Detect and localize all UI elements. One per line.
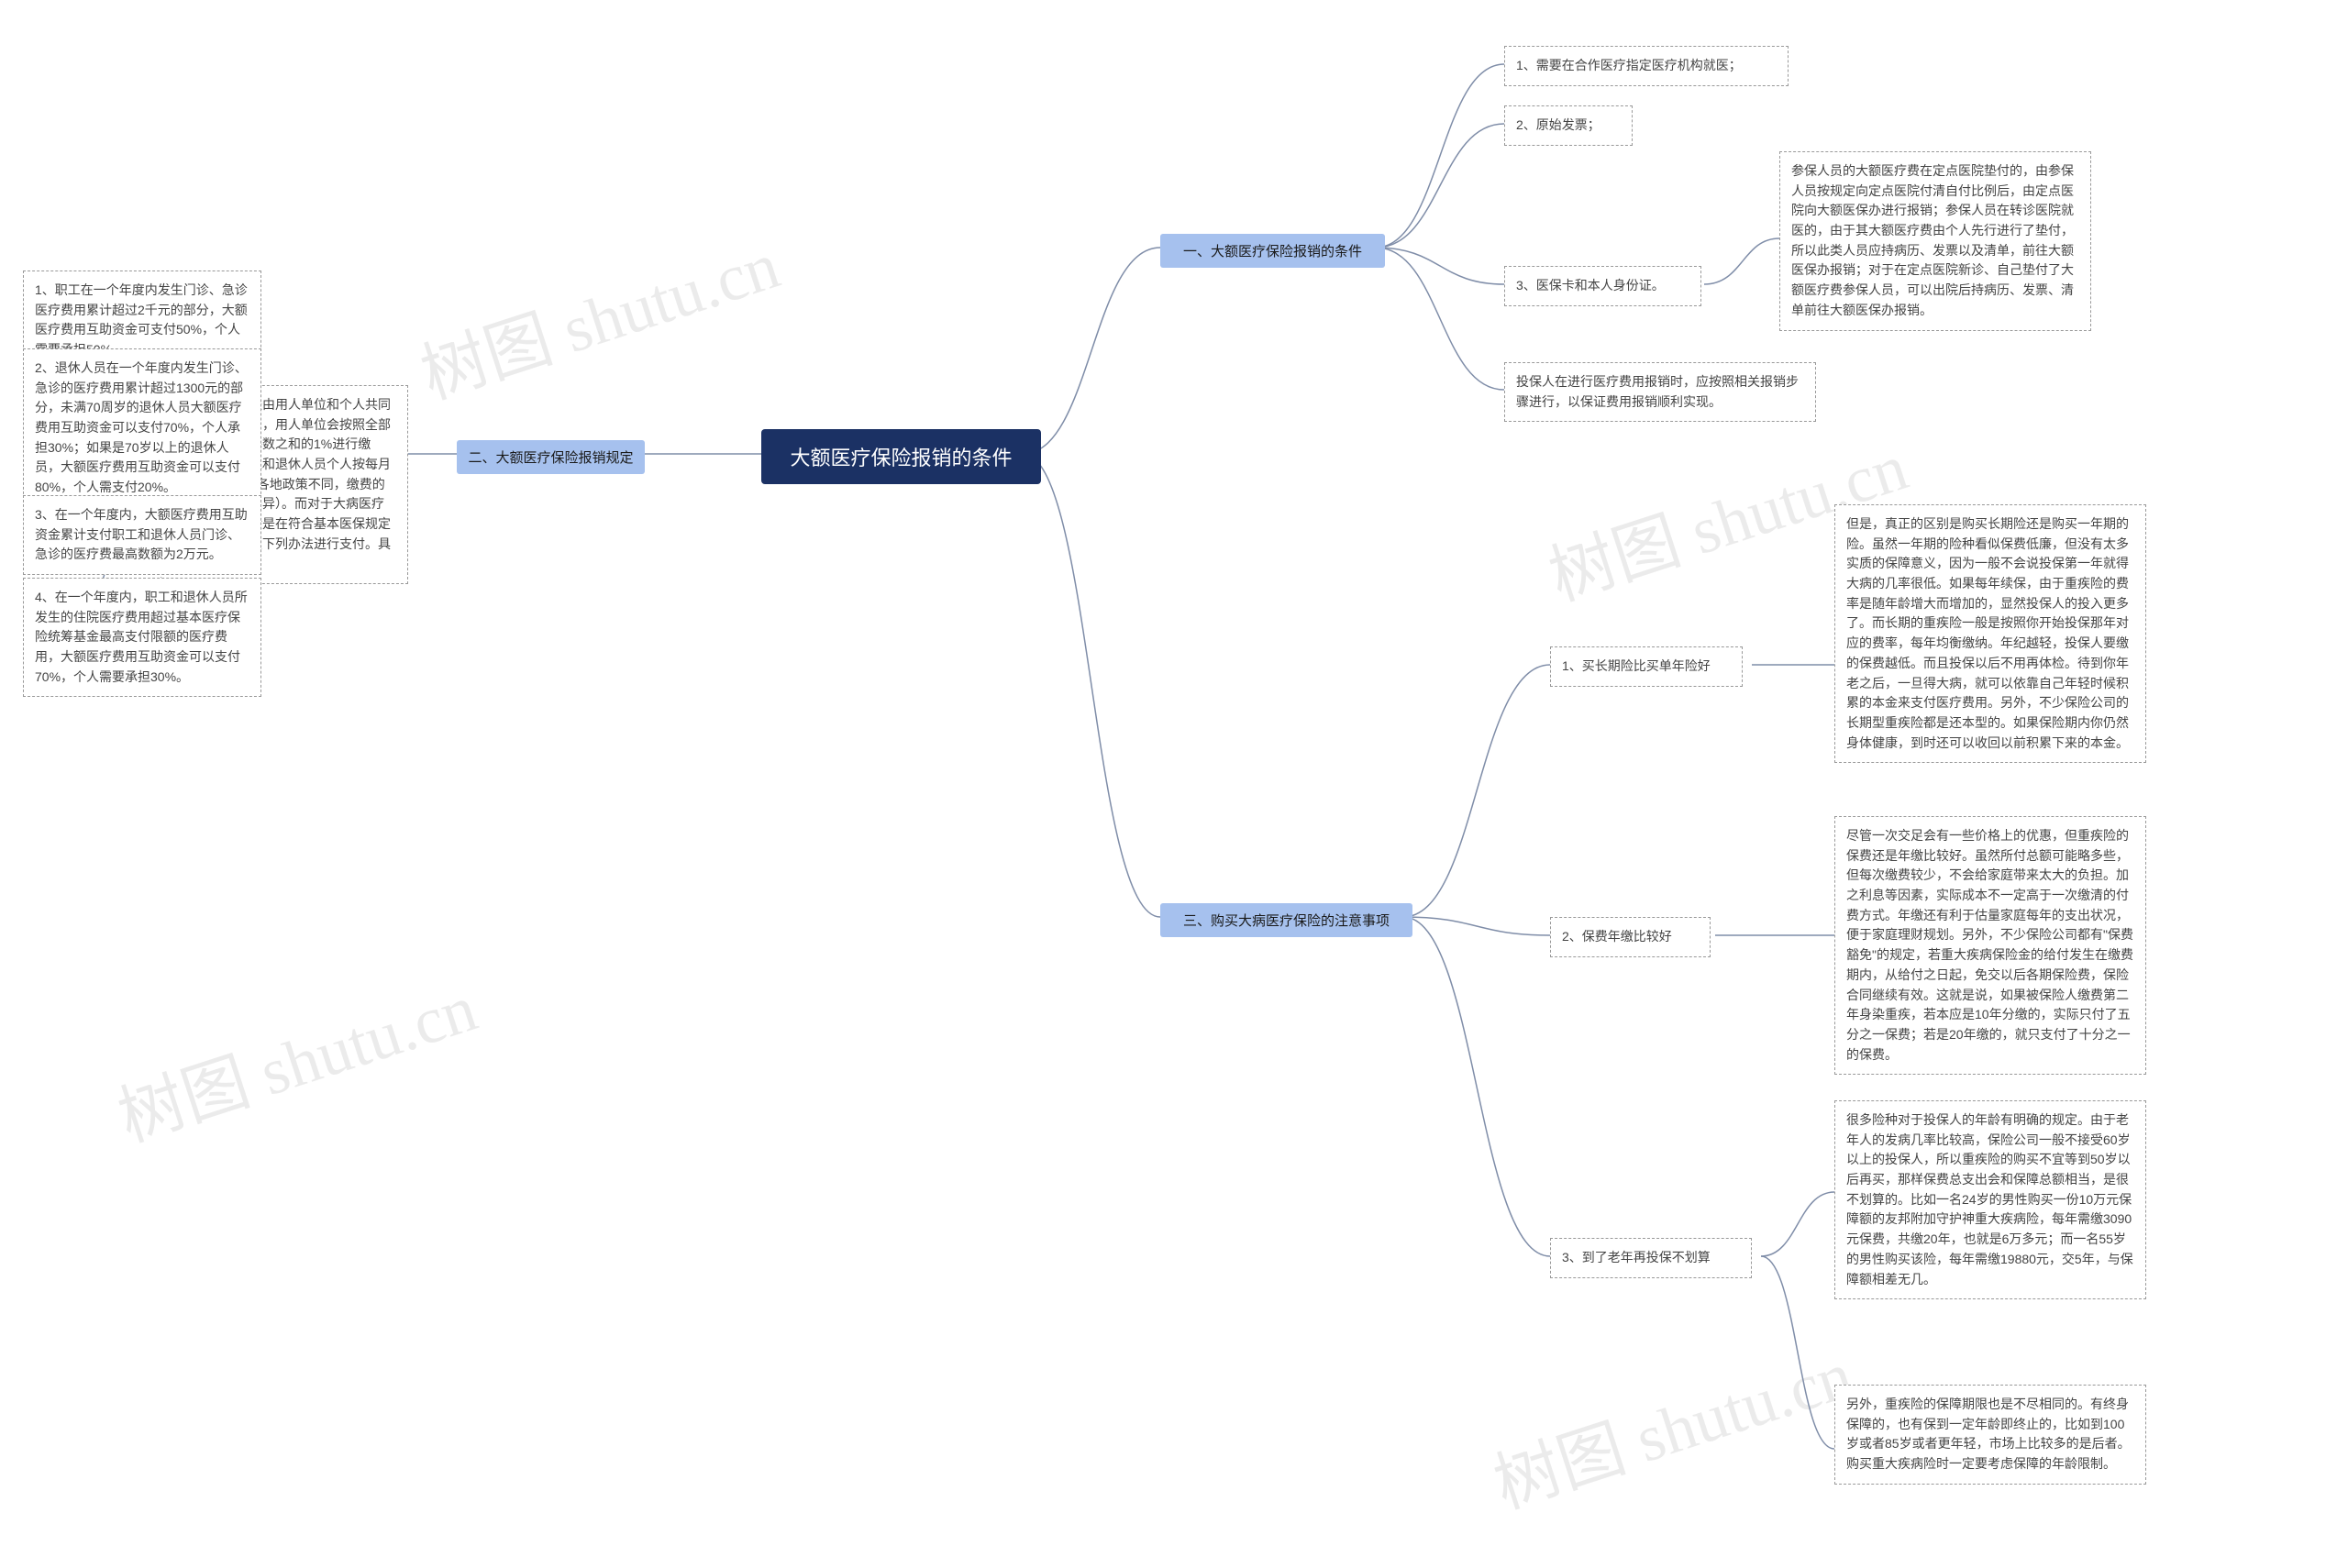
leaf-b1-3-sub: 参保人员的大额医疗费在定点医院垫付的，由参保人员按规定向定点医院付清自付比例后，… xyxy=(1779,151,2091,331)
leaf-b2-2: 2、退休人员在一个年度内发生门诊、急诊的医疗费用累计超过1300元的部分，未满7… xyxy=(23,348,261,508)
leaf-b3-1: 1、买长期险比买单年险好 xyxy=(1550,646,1743,687)
leaf-b1-3: 3、医保卡和本人身份证。 xyxy=(1504,266,1701,306)
leaf-b3-2: 2、保费年缴比较好 xyxy=(1550,917,1711,957)
leaf-b3-3-sub2: 另外，重疾险的保障期限也是不尽相同的。有终身保障的，也有保到一定年龄即终止的，比… xyxy=(1834,1385,2146,1485)
leaf-b3-2-sub: 尽管一次交足会有一些价格上的优惠，但重疾险的保费还是年缴比较好。虽然所付总额可能… xyxy=(1834,816,2146,1075)
branch-regulations[interactable]: 二、大额医疗保险报销规定 xyxy=(457,440,645,474)
leaf-b1-1: 1、需要在合作医疗指定医疗机构就医； xyxy=(1504,46,1789,86)
watermark: 树图 shutu.cn xyxy=(407,211,790,417)
branch-precautions[interactable]: 三、购买大病医疗保险的注意事项 xyxy=(1160,903,1412,937)
leaf-b3-3: 3、到了老年再投保不划算 xyxy=(1550,1238,1752,1278)
branch-conditions[interactable]: 一、大额医疗保险报销的条件 xyxy=(1160,234,1385,268)
leaf-b3-1-sub: 但是，真正的区别是购买长期险还是购买一年期的险。虽然一年期的险种看似保费低廉，但… xyxy=(1834,504,2146,763)
leaf-b2-4: 4、在一个年度内，职工和退休人员所发生的住院医疗费用超过基本医疗保险统筹基金最高… xyxy=(23,578,261,697)
leaf-b2-3: 3、在一个年度内，大额医疗费用互助资金累计支付职工和退休人员门诊、急诊的医疗费最… xyxy=(23,495,261,575)
leaf-b3-3-sub1: 很多险种对于投保人的年龄有明确的规定。由于老年人的发病几率比较高，保险公司一般不… xyxy=(1834,1100,2146,1299)
watermark: 树图 shutu.cn xyxy=(1480,1320,1863,1527)
leaf-b1-2: 2、原始发票； xyxy=(1504,105,1633,146)
root-node[interactable]: 大额医疗保险报销的条件 xyxy=(761,429,1041,484)
leaf-b1-4: 投保人在进行医疗费用报销时，应按照相关报销步骤进行，以保证费用报销顺利实现。 xyxy=(1504,362,1816,422)
watermark: 树图 shutu.cn xyxy=(105,954,487,1160)
